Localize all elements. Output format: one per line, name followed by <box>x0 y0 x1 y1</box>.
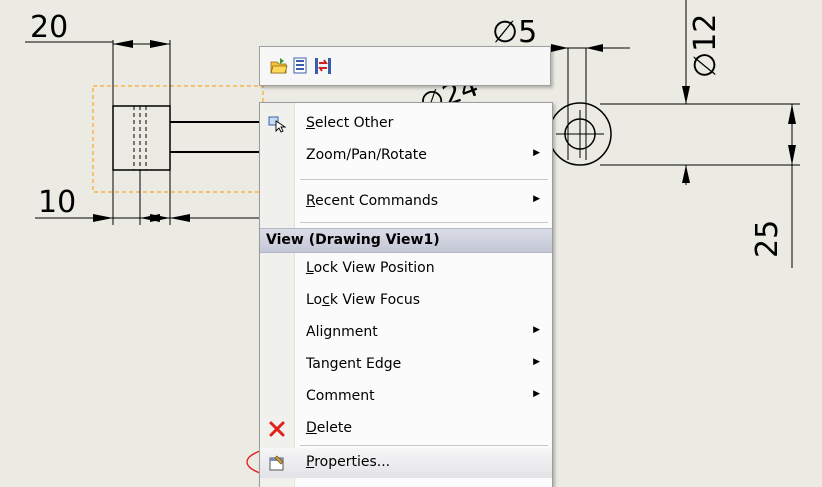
dimension-25[interactable]: 25 <box>610 103 800 268</box>
submenu-arrow-icon: ▶ <box>533 194 540 204</box>
comment-label: Comment <box>306 388 375 404</box>
submenu-arrow-icon: ▶ <box>533 389 540 399</box>
front-view[interactable] <box>548 102 612 166</box>
zoom-pan-rotate-label: Zoom/Pan/Rotate <box>306 147 427 163</box>
dim-5-label: ∅5 <box>492 15 537 50</box>
menu-item-alignment[interactable]: Alignment ▶ <box>260 318 552 348</box>
submenu-arrow-icon: ▶ <box>533 325 540 335</box>
menu-item-recent-commands[interactable]: Recent Commands ▶ <box>260 187 552 217</box>
dimension-diameter-12[interactable]: ∅12 <box>600 0 723 185</box>
menu-item-select-other[interactable]: Select Other <box>260 109 552 139</box>
recent-commands-label: Recent Commands <box>306 193 439 209</box>
select-other-label: Select Other <box>306 115 394 131</box>
dimension-10[interactable]: 10 <box>35 170 260 225</box>
dim-10-label: 10 <box>38 185 76 220</box>
section-header-label: View (Drawing View1) <box>266 232 440 248</box>
context-menu: Select Other Zoom/Pan/Rotate ▶ Recent Co… <box>259 102 553 487</box>
menu-item-properties[interactable]: Properties... <box>260 448 552 478</box>
properties-label: Properties... <box>306 454 391 470</box>
lock-view-focus-label: Lock View Focus <box>306 292 421 308</box>
menu-separator <box>300 179 548 180</box>
menu-separator <box>300 445 548 446</box>
dim-20-label: 20 <box>30 10 68 45</box>
side-view[interactable] <box>112 105 262 171</box>
open-folder-icon[interactable] <box>270 57 288 75</box>
submenu-arrow-icon: ▶ <box>533 148 540 158</box>
menu-separator <box>300 222 548 223</box>
menu-item-tangent-edge[interactable]: Tangent Edge ▶ <box>260 350 552 380</box>
lock-view-position-label: Lock View Position <box>306 260 435 276</box>
dimension-20[interactable]: 20 <box>25 10 171 106</box>
view-selection-box <box>92 85 264 193</box>
select-other-icon <box>268 116 286 133</box>
dim-25-label: 25 <box>750 220 785 258</box>
menu-item-delete[interactable]: Delete <box>260 414 552 444</box>
properties-icon <box>269 455 284 471</box>
dim-12-label: ∅12 <box>688 14 723 78</box>
section-header-view: View (Drawing View1) <box>260 228 552 253</box>
swap-icon[interactable] <box>314 57 332 75</box>
menu-item-comment[interactable]: Comment ▶ <box>260 382 552 412</box>
menu-item-lock-view-position[interactable]: Lock View Position <box>260 254 552 284</box>
context-mini-toolbar <box>259 46 551 86</box>
menu-item-zoom-pan-rotate[interactable]: Zoom/Pan/Rotate ▶ <box>260 141 552 171</box>
view-palette-icon[interactable] <box>292 57 310 75</box>
alignment-label: Alignment <box>306 324 378 340</box>
delete-label: Delete <box>306 420 352 436</box>
submenu-arrow-icon: ▶ <box>533 357 540 367</box>
delete-x-icon <box>269 421 285 437</box>
menu-item-lock-view-focus[interactable]: Lock View Focus <box>260 286 552 316</box>
tangent-edge-label: Tangent Edge <box>306 356 402 372</box>
